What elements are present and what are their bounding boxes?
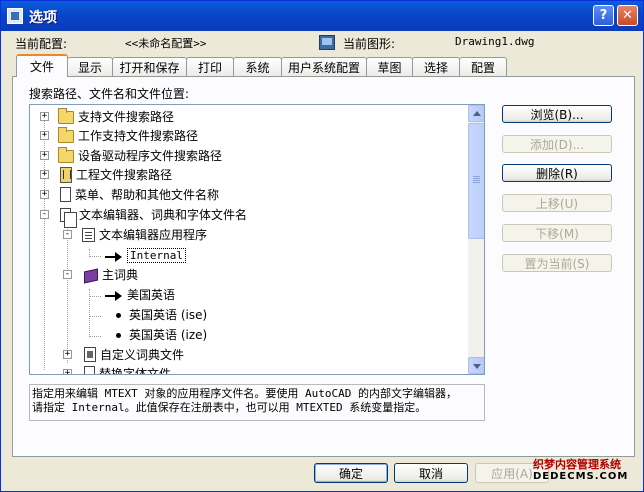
scroll-thumb[interactable]: [468, 123, 484, 239]
tree-item-label: 文本编辑器应用程序: [99, 228, 208, 242]
folder-icon: [58, 108, 74, 124]
tree-item-main-dictionary[interactable]: - 主词典: [30, 265, 138, 284]
collapse-toggle[interactable]: -: [63, 270, 72, 279]
tree-item-label-selected: Internal: [127, 248, 186, 263]
collapse-toggle[interactable]: -: [63, 230, 72, 239]
folder-icon: [58, 147, 74, 163]
tree-item-text-editor-application[interactable]: - 文本编辑器应用程序: [30, 225, 207, 244]
tree-item-custom-dictionary-file[interactable]: + 自定义词典文件: [30, 345, 184, 364]
tree-item-menu-help-and-misc-file-names[interactable]: + 菜单、帮助和其他文件名称: [30, 185, 219, 204]
tree-item-label: 英国英语 (ise): [129, 308, 208, 322]
arrow-icon: [105, 248, 123, 264]
move-down-button[interactable]: 下移(M): [502, 224, 612, 242]
description-box: 指定用来编辑 MTEXT 对象的应用程序文件名。要使用 AutoCAD 的内部文…: [29, 384, 485, 421]
watermark-line-1: 织梦内容管理系统: [533, 458, 621, 471]
tree-item-british-english-ize[interactable]: 英国英语 (ize): [30, 325, 207, 344]
cancel-button[interactable]: 取消: [394, 463, 468, 483]
tab-profiles[interactable]: 配置: [459, 57, 507, 76]
tree-item-label: 文本编辑器、词典和字体文件名: [79, 208, 248, 222]
document-icon: [84, 366, 95, 374]
move-up-button[interactable]: 上移(U): [502, 194, 612, 212]
watermark-line-2: DEDECMS.COM: [533, 471, 629, 482]
description-line-1: 指定用来编辑 MTEXT 对象的应用程序文件名。要使用 AutoCAD 的内部文…: [32, 387, 457, 400]
current-profile-label: 当前配置:: [15, 37, 68, 51]
tree-item-text-editor-dictionary-font-file-names[interactable]: - 文本编辑器、词典和字体文件名: [30, 205, 248, 228]
close-button[interactable]: ✕: [617, 5, 638, 26]
current-profile-value: <<未命名配置>>: [125, 37, 207, 50]
arrow-icon: [105, 287, 123, 303]
file-path-tree[interactable]: + 支持文件搜索路径 + 工作支持文件搜索路径 + 设备驱动程序文件搜索路径 +…: [29, 104, 485, 375]
tree-item-label: 主词典: [102, 268, 139, 282]
expand-toggle[interactable]: +: [63, 350, 72, 359]
set-current-button[interactable]: 置为当前(S): [502, 254, 612, 272]
tab-selection[interactable]: 选择: [412, 57, 460, 76]
add-button[interactable]: 添加(D)...: [502, 135, 612, 153]
expand-toggle[interactable]: +: [40, 112, 49, 121]
tree-item-label: 英国英语 (ize): [129, 328, 208, 342]
watermark: 织梦内容管理系统 DEDECMS.COM: [533, 459, 643, 483]
tree-item-label: 设备驱动程序文件搜索路径: [78, 149, 223, 163]
ok-button[interactable]: 确定: [314, 463, 388, 483]
tree-item-american-english[interactable]: 美国英语: [30, 285, 175, 304]
tree-item-label: 菜单、帮助和其他文件名称: [75, 188, 220, 202]
tab-drafting[interactable]: 草图: [366, 57, 413, 76]
tree-item-device-driver-file-search-path[interactable]: + 设备驱动程序文件搜索路径: [30, 146, 222, 165]
tab-files[interactable]: 文件: [16, 54, 68, 77]
tree-item-label: 支持文件搜索路径: [78, 110, 175, 124]
drawing-icon: [319, 35, 335, 50]
documents-icon: [60, 207, 77, 228]
tab-display[interactable]: 显示: [67, 57, 113, 76]
tree-label: 搜索路径、文件名和文件位置:: [29, 87, 190, 101]
expand-toggle[interactable]: +: [40, 170, 49, 179]
expand-toggle[interactable]: +: [40, 131, 49, 140]
browse-button[interactable]: 浏览(B)...: [502, 105, 612, 123]
tree-item-label: 自定义词典文件: [100, 348, 185, 362]
current-drawing-value: Drawing1.dwg: [455, 35, 535, 48]
current-drawing-label: 当前图形:: [343, 37, 396, 51]
scroll-up-arrow-icon[interactable]: [468, 105, 484, 122]
tab-user-preferences[interactable]: 用户系统配置: [281, 57, 367, 76]
tab-open-and-save[interactable]: 打开和保存: [112, 57, 187, 76]
expand-toggle[interactable]: +: [63, 369, 72, 374]
tree-item-label: 工作支持文件搜索路径: [78, 129, 199, 143]
app-icon: [7, 8, 23, 24]
tree-item-british-english-ise[interactable]: 英国英语 (ise): [30, 305, 207, 324]
dictionary-icon: [84, 347, 96, 362]
title-bar[interactable]: 选项 ? ✕: [1, 1, 643, 31]
collapse-toggle[interactable]: -: [40, 210, 49, 219]
tree-item-project-files-search-path[interactable]: + 工程文件搜索路径: [30, 165, 172, 184]
help-button[interactable]: ?: [593, 5, 614, 26]
options-dialog: 选项 ? ✕ 当前配置: <<未命名配置>> 当前图形: Drawing1.dw…: [0, 0, 644, 492]
tree-item-alternate-font-file[interactable]: + 替换字体文件: [30, 364, 172, 375]
tree-item-label: 工程文件搜索路径: [76, 168, 173, 182]
tree-item-internal[interactable]: Internal: [30, 246, 186, 265]
bullet-icon: [113, 327, 125, 343]
tree-item-support-file-search-path[interactable]: + 支持文件搜索路径: [30, 107, 174, 126]
tree-scrollbar[interactable]: [468, 105, 484, 374]
window-title: 选项: [29, 10, 57, 26]
expand-toggle[interactable]: +: [40, 190, 49, 199]
remove-button[interactable]: 删除(R): [502, 164, 612, 182]
book-icon: [84, 268, 98, 284]
scroll-down-arrow-icon[interactable]: [468, 357, 484, 374]
tree-item-working-support-file-search-path[interactable]: + 工作支持文件搜索路径: [30, 126, 198, 145]
description-line-2: 请指定 Internal。此值保存在注册表中，也可以用 MTEXTED 系统变量…: [32, 401, 427, 414]
tree-item-label: 替换字体文件: [99, 367, 172, 375]
tab-plot[interactable]: 打印: [186, 57, 234, 76]
expand-toggle[interactable]: +: [40, 151, 49, 160]
folder-icon: [58, 127, 74, 143]
tree-item-label: 美国英语: [127, 288, 176, 302]
bullet-icon: [113, 307, 125, 323]
text-editor-icon: [82, 227, 95, 242]
document-icon: [60, 187, 71, 202]
tab-system[interactable]: 系统: [233, 57, 282, 76]
project-icon: [60, 166, 72, 183]
